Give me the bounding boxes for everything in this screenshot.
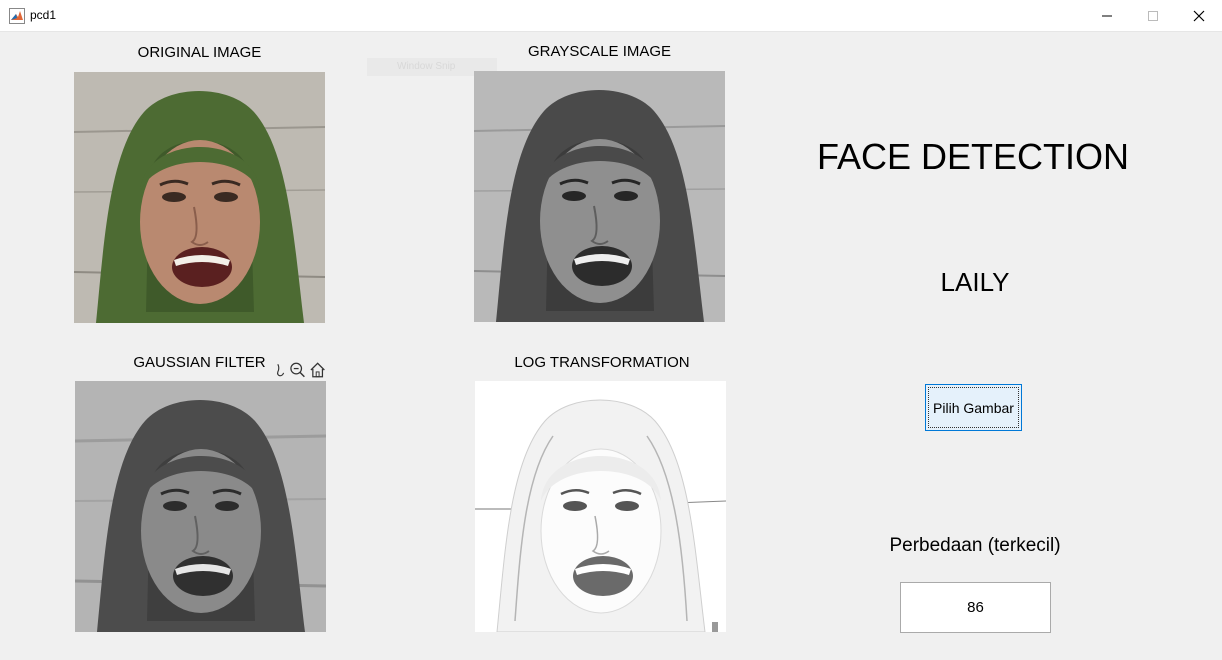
window-title: pcd1	[30, 8, 57, 22]
difference-label: Perbedaan (terkecil)	[889, 535, 1061, 556]
minimize-button[interactable]	[1084, 0, 1130, 31]
grayscale-image-title: GRAYSCALE IMAGE	[527, 43, 672, 60]
close-icon	[1193, 10, 1205, 21]
axes-toolbar	[274, 360, 326, 380]
original-image	[74, 72, 325, 323]
zoom-out-icon[interactable]	[289, 361, 306, 379]
maximize-button[interactable]	[1130, 0, 1176, 31]
app-title: FACE DETECTION	[816, 136, 1130, 177]
maximize-icon	[1148, 10, 1158, 21]
pan-icon[interactable]	[274, 362, 287, 378]
difference-value-field: 86	[900, 582, 1051, 633]
matlab-icon	[9, 8, 25, 24]
home-icon[interactable]	[309, 361, 326, 379]
original-image-title: ORIGINAL IMAGE	[137, 44, 262, 61]
grayscale-image	[474, 71, 725, 322]
log-transformation-title: LOG TRANSFORMATION	[514, 354, 690, 371]
minimize-icon	[1102, 15, 1112, 16]
log-transformation-image	[475, 381, 726, 632]
pick-image-button[interactable]: Pilih Gambar	[925, 384, 1022, 431]
window-titlebar: pcd1	[0, 0, 1222, 32]
name-label: LAILY	[940, 267, 1010, 297]
close-button[interactable]	[1176, 0, 1222, 31]
difference-value: 86	[967, 599, 984, 616]
gaussian-filter-image	[75, 381, 326, 632]
